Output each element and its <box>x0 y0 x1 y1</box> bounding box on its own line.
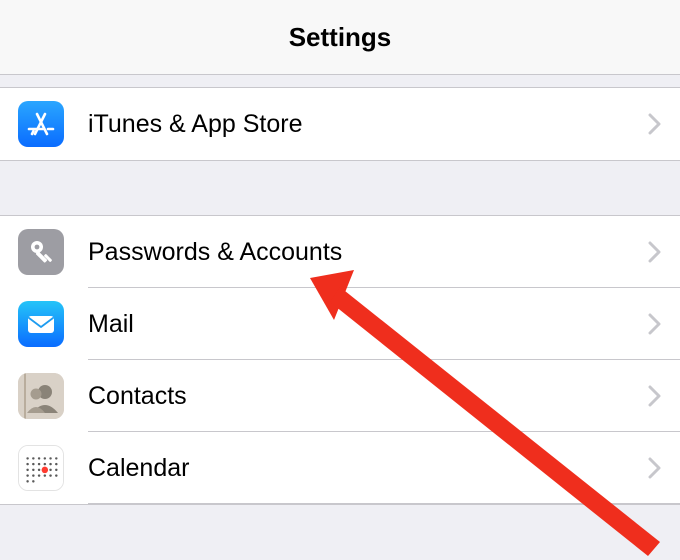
row-calendar[interactable]: Calendar <box>0 432 680 504</box>
row-label: Contacts <box>88 382 648 411</box>
row-label: Mail <box>88 310 648 339</box>
row-label: iTunes & App Store <box>88 110 648 139</box>
settings-header: Settings <box>0 0 680 75</box>
settings-section-accounts: Passwords & Accounts Mail Contacts <box>0 215 680 505</box>
chevron-right-icon <box>648 241 662 263</box>
chevron-right-icon <box>648 457 662 479</box>
mail-icon <box>18 301 64 347</box>
section-gap <box>0 161 680 215</box>
chevron-right-icon <box>648 113 662 135</box>
calendar-icon <box>18 445 64 491</box>
settings-section-store: iTunes & App Store <box>0 87 680 161</box>
page-title: Settings <box>289 22 392 53</box>
chevron-right-icon <box>648 385 662 407</box>
row-mail[interactable]: Mail <box>0 288 680 360</box>
row-itunes-app-store[interactable]: iTunes & App Store <box>0 88 680 160</box>
key-icon <box>18 229 64 275</box>
row-label: Calendar <box>88 454 648 483</box>
contacts-icon <box>18 373 64 419</box>
app-store-icon <box>18 101 64 147</box>
section-gap <box>0 75 680 87</box>
chevron-right-icon <box>648 313 662 335</box>
row-separator <box>88 503 680 504</box>
row-contacts[interactable]: Contacts <box>0 360 680 432</box>
row-passwords-accounts[interactable]: Passwords & Accounts <box>0 216 680 288</box>
row-label: Passwords & Accounts <box>88 238 648 267</box>
